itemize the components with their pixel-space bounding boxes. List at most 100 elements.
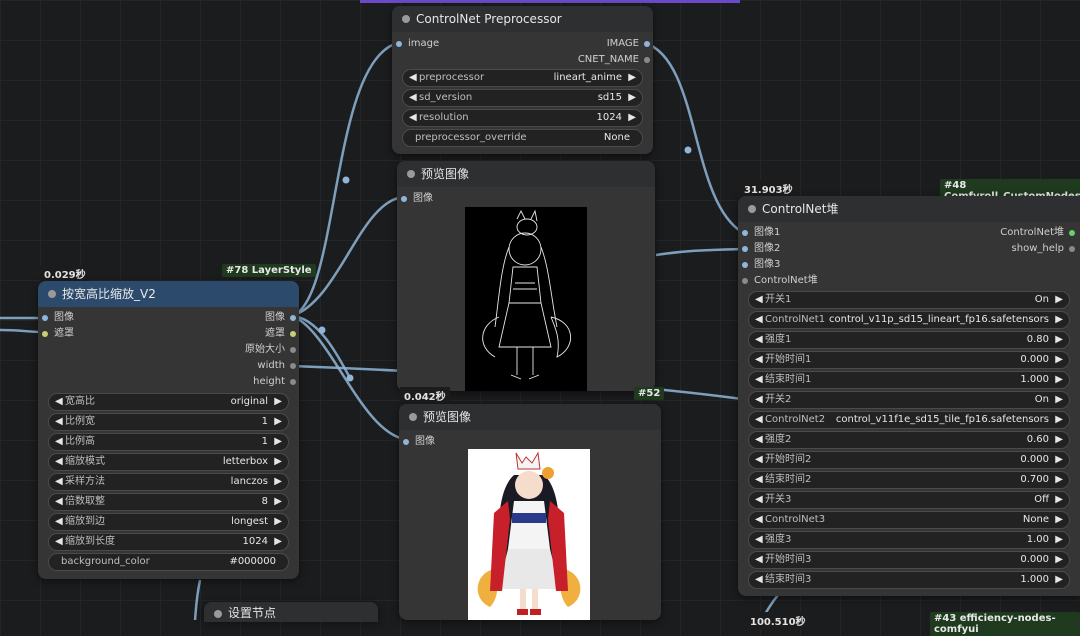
left-arrow-icon: ◀	[55, 516, 63, 527]
aspect-ratio-combo[interactable]: ◀ 宽高比 original ▶	[48, 393, 289, 411]
left-arrow-icon: ◀	[55, 476, 63, 487]
execution-time: 100.510秒	[746, 612, 810, 629]
collapse-dot-icon[interactable]	[407, 170, 415, 178]
left-arrow-icon: ◀	[755, 294, 763, 305]
scale-mode-combo[interactable]: ◀ 缩放模式 letterbox ▶	[48, 453, 289, 471]
sampling-method-combo[interactable]: ◀ 采样方法 lanczos ▶	[48, 473, 289, 491]
input-image-slot[interactable]: 图像	[397, 191, 433, 207]
node-title[interactable]: 设置节点	[204, 602, 378, 622]
start-time1-number[interactable]: ◀ 开始时间1 0.000 ▶	[748, 351, 1070, 369]
output-show-help-slot[interactable]: show_help	[1012, 241, 1078, 257]
end-time1-number[interactable]: ◀ 结束时间1 1.000 ▶	[748, 371, 1070, 389]
left-arrow-icon: ◀	[755, 354, 763, 365]
output-cnet-name-slot[interactable]: CNET_NAME	[578, 52, 653, 68]
controlnet3-combo[interactable]: ◀ ControlNet3 None ▶	[748, 511, 1070, 529]
left-arrow-icon: ◀	[55, 416, 63, 427]
execution-time: 31.903秒	[740, 180, 797, 197]
input-controlnet-stack-slot[interactable]: ControlNet堆	[738, 273, 818, 289]
left-arrow-icon: ◀	[409, 92, 417, 103]
strength3-number[interactable]: ◀ 强度3 1.00 ▶	[748, 531, 1070, 549]
ratio-width-number[interactable]: ◀ 比例宽 1 ▶	[48, 413, 289, 431]
output-width-slot[interactable]: width	[257, 358, 299, 374]
resolution-number[interactable]: ◀ resolution 1024 ▶	[402, 109, 643, 127]
left-arrow-icon: ◀	[409, 112, 417, 123]
controlnet1-combo[interactable]: ◀ ControlNet1 control_v11p_sd15_lineart_fp…	[748, 311, 1070, 329]
left-arrow-icon: ◀	[409, 72, 417, 83]
preview-image-node-2[interactable]: 预览图像 图像	[399, 404, 661, 620]
left-arrow-icon: ◀	[755, 474, 763, 485]
right-arrow-icon: ▶	[1055, 294, 1063, 305]
start-time3-number[interactable]: ◀ 开始时间3 0.000 ▶	[748, 551, 1070, 569]
node-title[interactable]: 预览图像	[399, 404, 661, 430]
left-arrow-icon: ◀	[755, 534, 763, 545]
socket-icon	[742, 246, 748, 252]
collapse-dot-icon[interactable]	[48, 290, 56, 298]
background-color-field[interactable]: background_color #000000	[48, 553, 289, 571]
node-title[interactable]: 预览图像	[397, 161, 655, 187]
collapse-dot-icon[interactable]	[409, 413, 417, 421]
collapse-dot-icon[interactable]	[402, 15, 410, 23]
output-mask-slot[interactable]: 遮罩	[265, 326, 299, 342]
preview-image-node-1[interactable]: 预览图像 图像	[397, 161, 655, 391]
sd-version-combo[interactable]: ◀ sd_version sd15 ▶	[402, 89, 643, 107]
right-arrow-icon: ▶	[1055, 574, 1063, 585]
socket-icon	[401, 196, 407, 202]
switch2-toggle[interactable]: ◀ 开关2 On ▶	[748, 391, 1070, 409]
right-arrow-icon: ▶	[274, 476, 282, 487]
output-image-slot[interactable]: 图像	[265, 310, 299, 326]
output-image-slot[interactable]: IMAGE	[607, 36, 653, 52]
socket-icon	[742, 262, 748, 268]
input-image-slot[interactable]: 图像	[38, 310, 74, 326]
end-time2-number[interactable]: ◀ 结束时间2 0.700 ▶	[748, 471, 1070, 489]
output-height-slot[interactable]: height	[253, 374, 299, 390]
scale-to-length-number[interactable]: ◀ 缩放到长度 1024 ▶	[48, 533, 289, 551]
node-title[interactable]: ControlNet堆	[738, 196, 1080, 222]
right-arrow-icon: ▶	[628, 92, 636, 103]
input-image3-slot[interactable]: 图像3	[738, 257, 780, 273]
left-arrow-icon: ◀	[755, 374, 763, 385]
node-title[interactable]: 按宽高比缩放_V2	[38, 281, 299, 307]
right-arrow-icon: ▶	[1055, 314, 1063, 325]
group-bar	[360, 0, 740, 3]
collapse-dot-icon[interactable]	[748, 205, 756, 213]
resize-by-aspect-node[interactable]: 按宽高比缩放_V2 图像 图像 遮罩 遮罩 原始大小 width height …	[38, 281, 299, 579]
socket-icon	[644, 57, 650, 63]
strength1-number[interactable]: ◀ 强度1 0.80 ▶	[748, 331, 1070, 349]
switch1-toggle[interactable]: ◀ 开关1 On ▶	[748, 291, 1070, 309]
output-original-size-slot[interactable]: 原始大小	[245, 342, 299, 358]
node-id-badge: #43 efficiency-nodes-comfyui	[930, 612, 1080, 636]
round-multiple-number[interactable]: ◀ 倍数取整 8 ▶	[48, 493, 289, 511]
right-arrow-icon: ▶	[1055, 414, 1063, 425]
scale-to-side-combo[interactable]: ◀ 缩放到边 longest ▶	[48, 513, 289, 531]
input-image2-slot[interactable]: 图像2	[738, 241, 780, 257]
right-arrow-icon: ▶	[274, 396, 282, 407]
preprocessor-override-field[interactable]: preprocessor_override None	[402, 129, 643, 147]
output-controlnet-stack-slot[interactable]: ControlNet堆	[1000, 225, 1078, 241]
start-time2-number[interactable]: ◀ 开始时间2 0.000 ▶	[748, 451, 1070, 469]
right-arrow-icon: ▶	[1055, 514, 1063, 525]
strength2-number[interactable]: ◀ 强度2 0.60 ▶	[748, 431, 1070, 449]
end-time3-number[interactable]: ◀ 结束时间3 1.000 ▶	[748, 571, 1070, 589]
collapse-dot-icon[interactable]	[214, 610, 222, 618]
input-image-slot[interactable]: image	[392, 36, 439, 52]
right-arrow-icon: ▶	[1055, 554, 1063, 565]
socket-icon	[42, 331, 48, 337]
left-arrow-icon: ◀	[55, 396, 63, 407]
settings-node[interactable]: 设置节点	[204, 602, 378, 622]
left-arrow-icon: ◀	[55, 436, 63, 447]
right-arrow-icon: ▶	[274, 456, 282, 467]
right-arrow-icon: ▶	[1055, 354, 1063, 365]
input-mask-slot[interactable]: 遮罩	[38, 326, 74, 342]
input-image-slot[interactable]: 图像	[399, 434, 435, 450]
switch3-toggle[interactable]: ◀ 开关3 Off ▶	[748, 491, 1070, 509]
input-image1-slot[interactable]: 图像1	[738, 225, 780, 241]
node-title[interactable]: ControlNet Preprocessor	[392, 6, 653, 32]
controlnet-preprocessor-node[interactable]: ControlNet Preprocessor image IMAGE CNET…	[392, 6, 653, 154]
controlnet2-combo[interactable]: ◀ ControlNet2 control_v11f1e_sd15_tile_fp1…	[748, 411, 1070, 429]
left-arrow-icon: ◀	[755, 494, 763, 505]
controlnet-stack-node[interactable]: ControlNet堆 图像1 ControlNet堆 图像2 show_hel…	[738, 196, 1080, 596]
ratio-height-number[interactable]: ◀ 比例高 1 ▶	[48, 433, 289, 451]
preprocessor-combo[interactable]: ◀ preprocessor lineart_anime ▶	[402, 69, 643, 87]
right-arrow-icon: ▶	[274, 416, 282, 427]
socket-icon	[1069, 246, 1075, 252]
